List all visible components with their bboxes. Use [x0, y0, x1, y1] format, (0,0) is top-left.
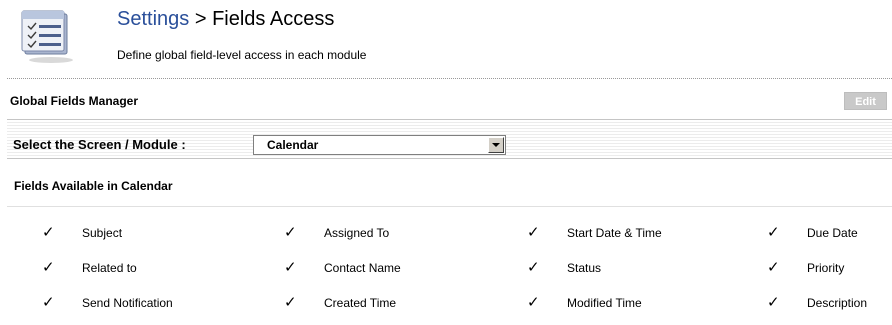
check-mark-icon: ✓ [527, 259, 540, 276]
field-label: Contact Name [324, 261, 401, 275]
field-label: Priority [807, 261, 845, 275]
check-mark-icon: ✓ [42, 224, 55, 241]
field-label: Assigned To [324, 226, 390, 240]
fields-section-header: Fields Available in Calendar [7, 166, 892, 207]
check-mark-icon: ✓ [767, 294, 780, 311]
check-mark-icon: ✓ [284, 294, 297, 311]
breadcrumb-current: Fields Access [212, 8, 335, 30]
check-mark-icon: ✓ [527, 224, 540, 241]
fields-section-title: Fields Available in Calendar [14, 179, 173, 193]
breadcrumb-separator: > [189, 8, 213, 30]
check-mark-icon: ✓ [42, 294, 55, 311]
field-label: Start Date & Time [567, 226, 662, 240]
check-mark-icon: ✓ [284, 259, 297, 276]
check-mark-icon: ✓ [284, 224, 297, 241]
fields-manager-bar: Global Fields Manager Edit [7, 89, 892, 113]
module-selector-bar: Select the Screen / Module : Calendar [7, 119, 892, 159]
dropdown-arrow-icon[interactable] [488, 137, 504, 153]
page-subtitle: Define global field-level access in each… [117, 48, 367, 62]
module-select-value: Calendar [267, 138, 319, 152]
module-selector-label: Select the Screen / Module : [13, 137, 186, 152]
field-label: Send Notification [82, 296, 173, 310]
check-mark-icon: ✓ [767, 259, 780, 276]
field-label: Description [807, 296, 868, 310]
page-header: Settings > Fields Access Define global f… [0, 0, 892, 74]
breadcrumb-settings-link[interactable]: Settings [117, 8, 189, 30]
field-label: Subject [82, 226, 123, 240]
field-label: Status [567, 261, 602, 275]
field-label: Related to [82, 261, 137, 275]
page-title: Settings > Fields Access [117, 8, 334, 30]
edit-button[interactable]: Edit [844, 92, 887, 110]
check-mark-icon: ✓ [767, 224, 780, 241]
check-mark-icon: ✓ [42, 259, 55, 276]
settings-list-icon [19, 8, 77, 66]
field-label: Modified Time [567, 296, 642, 310]
field-label: Created Time [324, 296, 397, 310]
fields-grid: ✓ Subject ✓ Related to ✓ Send Notificati… [0, 218, 892, 318]
header-divider [7, 78, 892, 79]
check-mark-icon: ✓ [527, 294, 540, 311]
field-label: Due Date [807, 226, 858, 240]
module-select[interactable]: Calendar [253, 135, 506, 155]
fields-manager-title: Global Fields Manager [10, 94, 139, 108]
